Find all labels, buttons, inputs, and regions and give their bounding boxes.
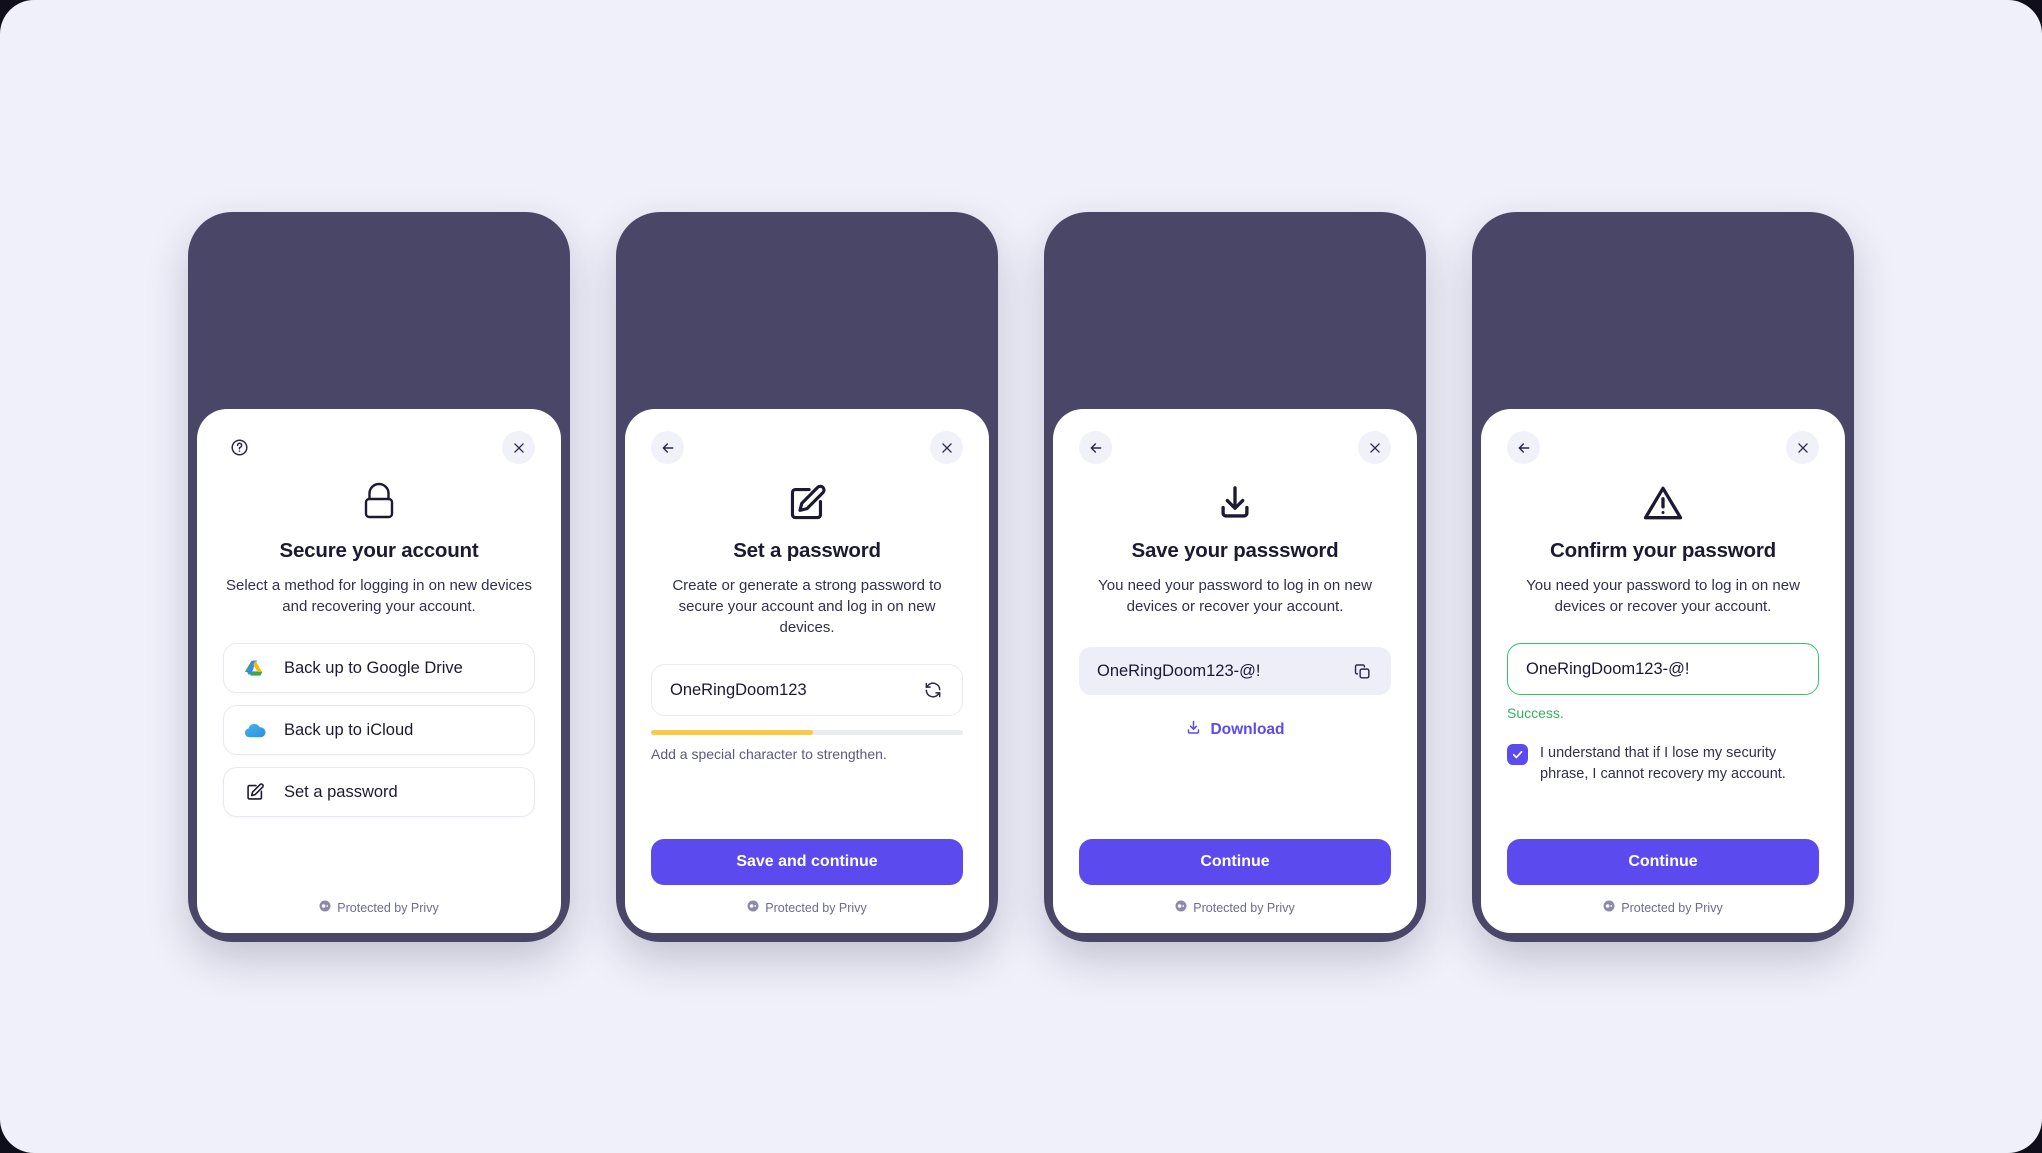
password-field[interactable]: OneRingDoom123	[651, 664, 963, 717]
close-icon[interactable]	[930, 431, 963, 464]
option-label: Set a password	[284, 782, 398, 801]
continue-button[interactable]: Continue	[1079, 838, 1391, 885]
password-value[interactable]: OneRingDoom123	[670, 681, 920, 700]
warning-triangle-icon	[1641, 479, 1685, 527]
page-subtitle: You need your password to log in on new …	[1098, 576, 1372, 615]
option-set-password[interactable]: Set a password	[223, 767, 535, 818]
privy-footer: Protected by Privy	[651, 899, 963, 917]
privy-logo-icon	[1603, 899, 1615, 917]
confirm-password-field[interactable]: OneRingDoom123-@!	[1507, 643, 1819, 696]
phone-frame-secure-account: Secure your account Select a method for …	[188, 211, 570, 942]
option-label: Back up to iCloud	[284, 720, 414, 739]
sheet-header	[651, 431, 963, 465]
page-subtitle: You need your password to log in on new …	[1526, 576, 1800, 615]
phone-frame-set-password: Set a password Create or generate a stro…	[616, 211, 998, 942]
sheet-header	[1507, 431, 1819, 465]
phone-mockup-row: Secure your account Select a method for …	[0, 0, 2042, 1153]
download-link[interactable]: Download	[1185, 719, 1285, 741]
sheet-body: Save your passsword You need your passwo…	[1079, 465, 1391, 839]
close-icon[interactable]	[502, 431, 535, 464]
password-value: OneRingDoom123-@!	[1097, 661, 1261, 680]
lock-icon	[358, 479, 400, 527]
copy-icon[interactable]	[1349, 658, 1375, 684]
page-title: Secure your account	[279, 538, 479, 562]
privy-logo-icon	[747, 899, 759, 917]
validation-status: Success.	[1507, 705, 1564, 722]
download-icon	[1185, 719, 1202, 741]
password-value[interactable]: OneRingDoom123-@!	[1526, 660, 1802, 679]
consent-row[interactable]: I understand that if I lose my security …	[1507, 743, 1819, 784]
page-subtitle: Create or generate a strong password to …	[672, 576, 942, 637]
pencil-square-icon	[244, 781, 266, 803]
modal-sheet-set-password: Set a password Create or generate a stro…	[625, 408, 989, 933]
back-arrow-icon[interactable]	[1507, 431, 1540, 464]
sheet-footer: Continue Protected by Privy	[1507, 838, 1819, 917]
privy-footer-text: Protected by Privy	[1193, 900, 1295, 915]
close-icon[interactable]	[1358, 431, 1391, 464]
privy-footer-text: Protected by Privy	[337, 900, 439, 915]
consent-checkbox[interactable]	[1507, 744, 1528, 766]
password-strength-meter	[651, 730, 963, 736]
back-arrow-icon[interactable]	[1079, 431, 1112, 464]
privy-footer-text: Protected by Privy	[765, 900, 867, 915]
sheet-footer: Save and continue Protected by Privy	[651, 838, 963, 917]
sheet-header	[223, 431, 535, 465]
sheet-body: Secure your account Select a method for …	[223, 465, 535, 885]
phone-frame-confirm-password: Confirm your password You need your pass…	[1472, 211, 1854, 942]
sheet-footer: Continue Protected by Privy	[1079, 838, 1391, 917]
option-label: Back up to Google Drive	[284, 658, 463, 677]
privy-footer-text: Protected by Privy	[1621, 900, 1723, 915]
continue-button[interactable]: Continue	[1507, 838, 1819, 885]
icloud-icon	[244, 719, 266, 741]
recovery-method-list: Back up to Google Drive Back up to iClou…	[223, 643, 535, 818]
phone-frame-save-password: Save your passsword You need your passwo…	[1044, 211, 1426, 942]
modal-sheet-save-password: Save your passsword You need your passwo…	[1053, 408, 1417, 933]
privy-footer: Protected by Privy	[1079, 899, 1391, 917]
modal-sheet-confirm-password: Confirm your password You need your pass…	[1481, 408, 1845, 933]
modal-sheet-secure-account: Secure your account Select a method for …	[197, 408, 561, 933]
option-google-drive[interactable]: Back up to Google Drive	[223, 643, 535, 694]
option-icloud[interactable]: Back up to iCloud	[223, 705, 535, 756]
sheet-body: Confirm your password You need your pass…	[1507, 465, 1819, 839]
privy-footer: Protected by Privy	[223, 899, 535, 917]
google-drive-icon	[244, 657, 266, 679]
consent-label: I understand that if I lose my security …	[1540, 745, 1786, 782]
save-and-continue-button[interactable]: Save and continue	[651, 838, 963, 885]
password-display-field: OneRingDoom123-@!	[1079, 647, 1391, 696]
back-arrow-icon[interactable]	[651, 431, 684, 464]
sheet-footer: Protected by Privy	[223, 885, 535, 917]
page-title: Set a password	[733, 538, 881, 562]
sheet-body: Set a password Create or generate a stro…	[651, 465, 963, 839]
page-title: Confirm your password	[1550, 538, 1776, 562]
privy-footer: Protected by Privy	[1507, 899, 1819, 917]
sheet-header	[1079, 431, 1391, 465]
page-subtitle: Select a method for logging in on new de…	[225, 576, 533, 615]
app-background: Secure your account Select a method for …	[0, 0, 2042, 1153]
page-title: Save your passsword	[1131, 538, 1339, 562]
password-strength-fill	[651, 730, 814, 736]
privy-logo-icon	[319, 899, 331, 917]
password-strength-hint: Add a special character to strengthen.	[651, 746, 887, 763]
help-circle-icon[interactable]	[223, 431, 256, 464]
regenerate-icon[interactable]	[920, 677, 946, 703]
privy-logo-icon	[1175, 899, 1187, 917]
download-tray-icon	[1214, 479, 1256, 527]
pencil-square-icon	[786, 479, 828, 527]
download-link-label: Download	[1210, 721, 1285, 739]
close-icon[interactable]	[1786, 431, 1819, 464]
